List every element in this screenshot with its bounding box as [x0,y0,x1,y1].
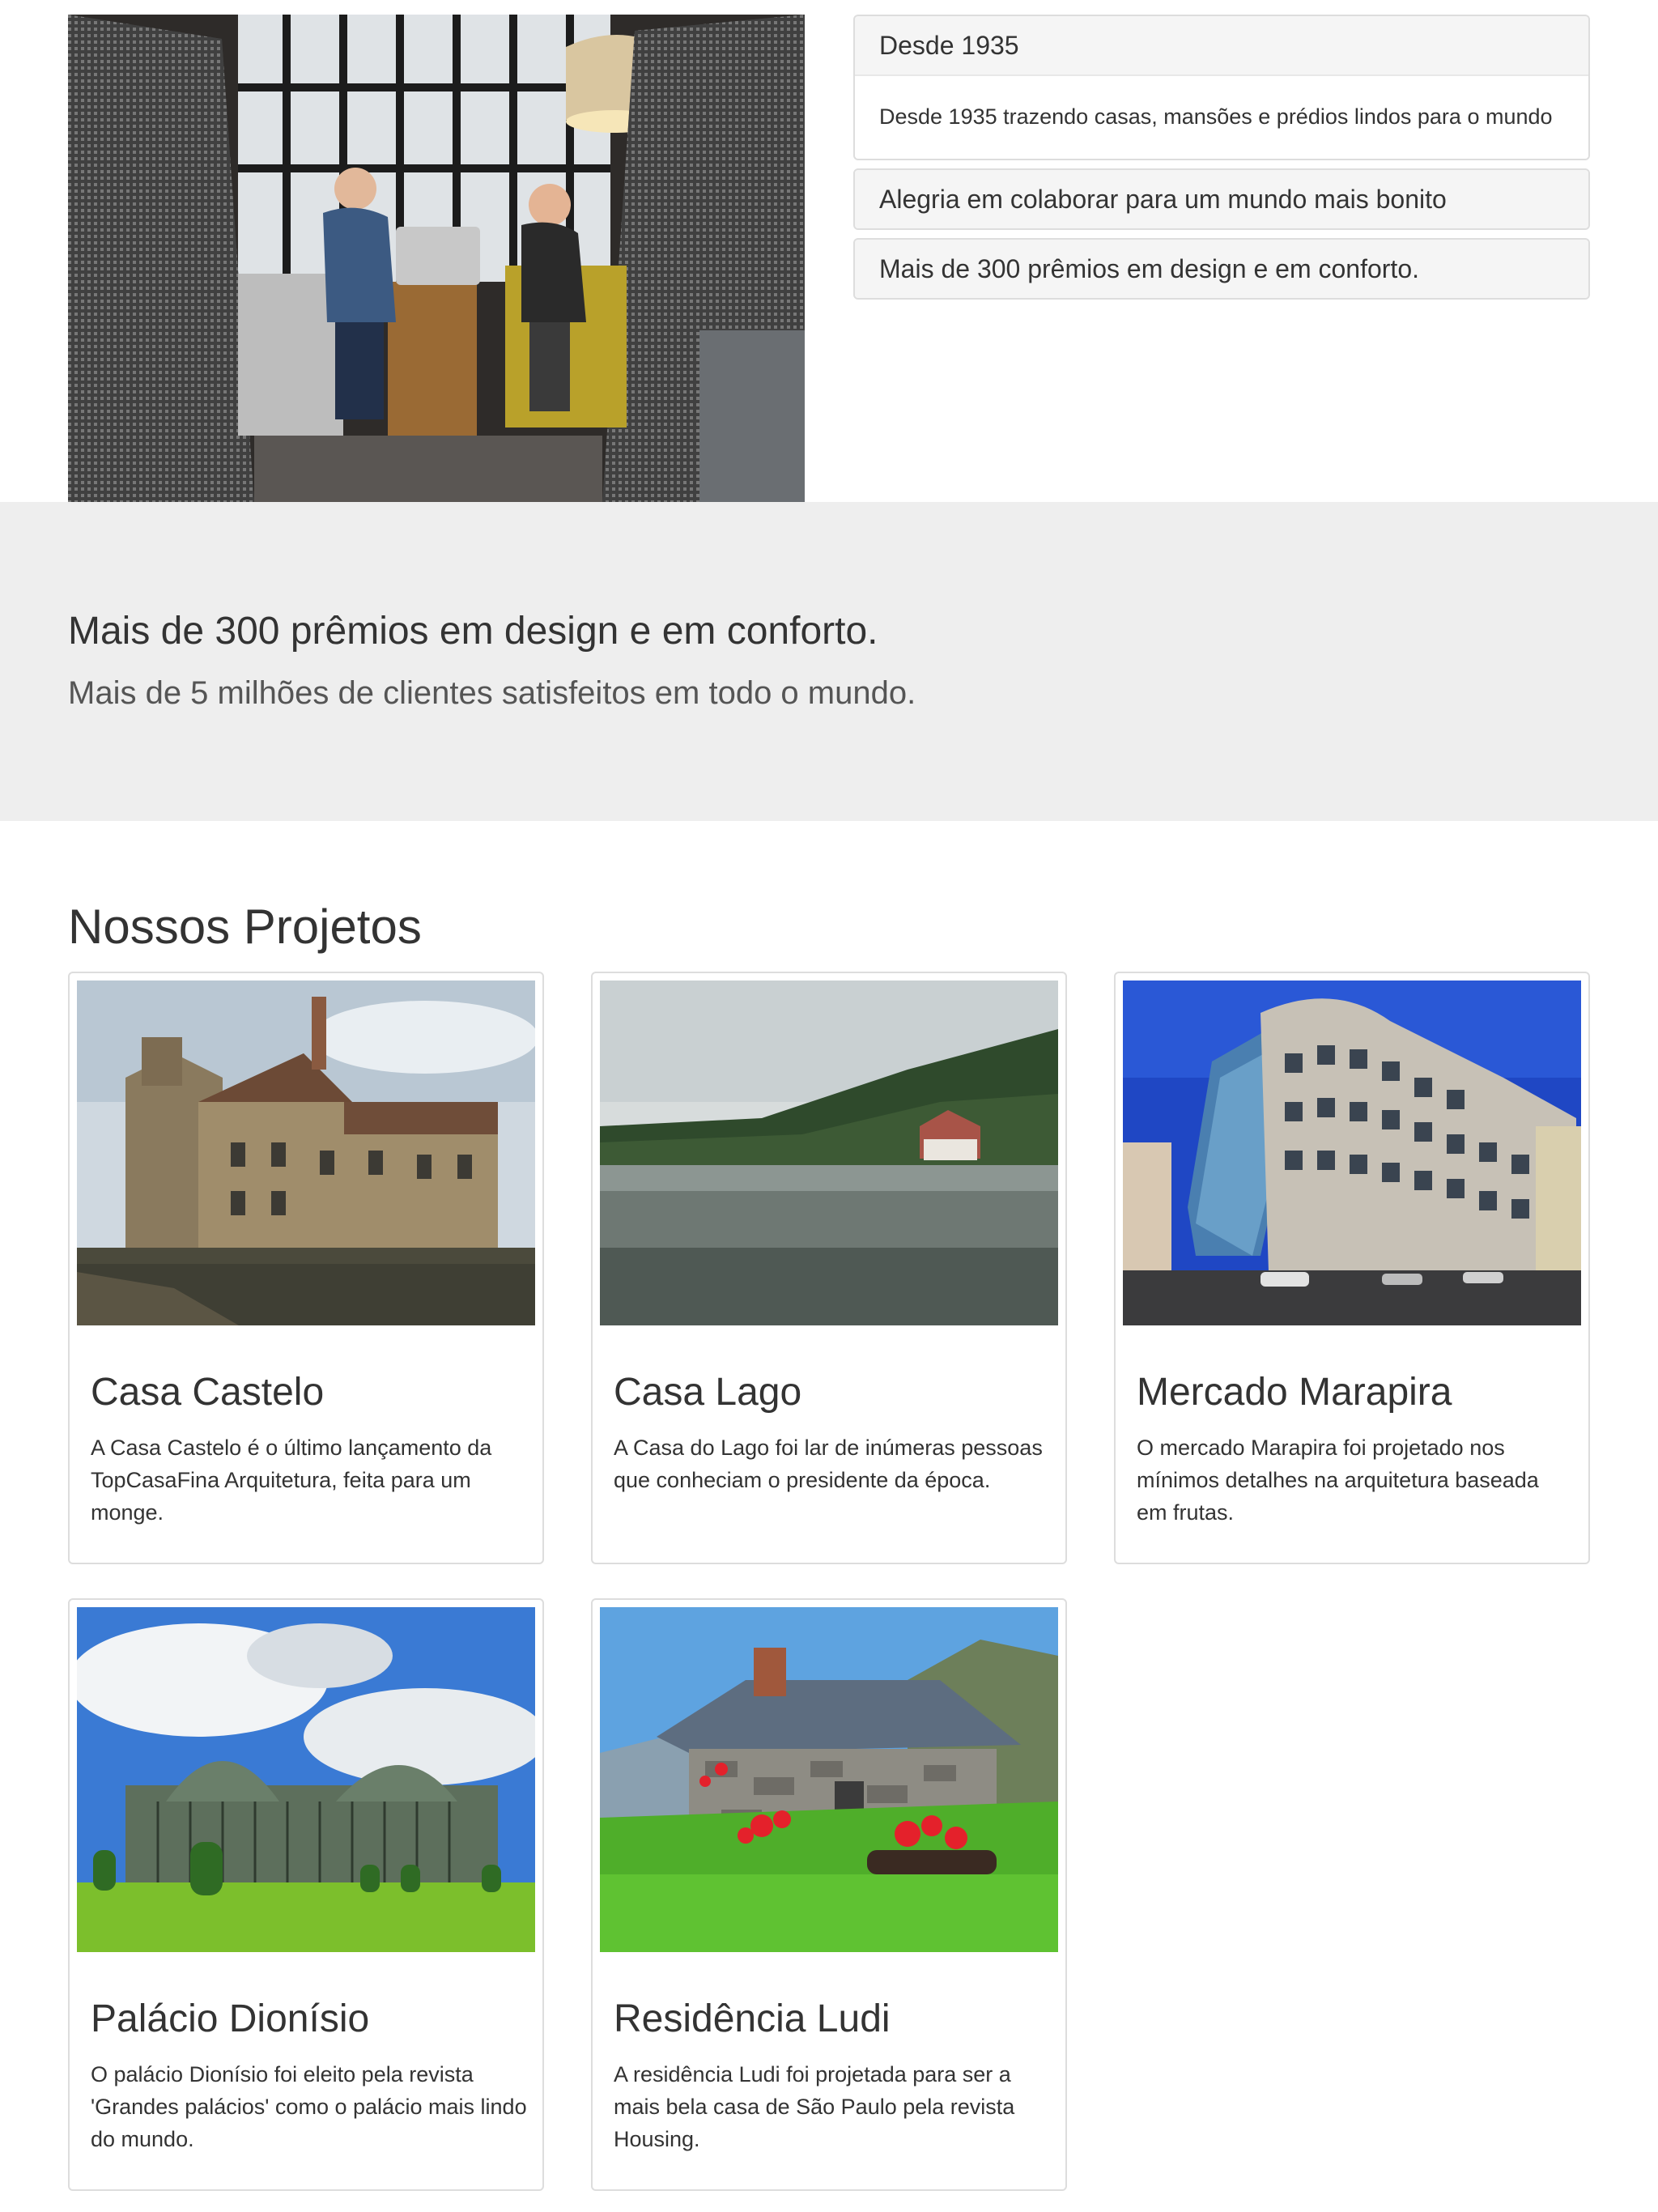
project-card-casa-lago[interactable]: Casa Lago A Casa do Lago foi lar de inúm… [591,972,1067,1564]
project-description: A Casa Castelo é o último lançamento da … [91,1436,492,1525]
info-accordion: Desde 1935 Desde 1935 trazendo casas, ma… [853,15,1590,308]
project-title: Palácio Dionísio [91,1997,370,2040]
project-card-mercado-marapira[interactable]: Mercado Marapira O mercado Marapira foi … [1114,972,1590,1564]
stone-cottage-photo [600,1607,1058,1952]
project-title: Casa Castelo [91,1371,325,1414]
accordion-panel-awards: Mais de 300 prêmios em design e em confo… [853,238,1590,300]
project-card-casa-castelo[interactable]: Casa Castelo A Casa Castelo é o último l… [68,972,544,1564]
accordion-heading-since-1935[interactable]: Desde 1935 [855,16,1588,74]
dancing-building-photo [1123,981,1581,1325]
project-description: A residência Ludi foi projetada para ser… [614,2062,1015,2151]
accordion-body-since-1935: Desde 1935 trazendo casas, mansões e pré… [855,74,1588,159]
project-title: Mercado Marapira [1137,1371,1452,1414]
accordion-panel-collaborate: Alegria em colaborar para um mundo mais … [853,168,1590,230]
hero-photo [68,15,805,502]
project-title: Casa Lago [614,1371,802,1414]
project-title: Residência Ludi [614,1997,891,2040]
castle-manor-photo [77,981,535,1325]
intro-section: Desde 1935 Desde 1935 trazendo casas, ma… [0,0,1658,502]
jumbotron-subtitle: Mais de 5 milhões de clientes satisfeito… [68,675,916,711]
awards-jumbotron: Mais de 300 prêmios em design e em confo… [0,502,1658,821]
projects-heading: Nossos Projetos [68,900,422,954]
glass-palace-photo [77,1607,535,1952]
project-description: O palácio Dionísio foi eleito pela revis… [91,2062,527,2151]
project-card-palacio-dionisio[interactable]: Palácio Dionísio O palácio Dionísio foi … [68,1598,544,2191]
accordion-panel-since-1935: Desde 1935 Desde 1935 trazendo casas, ma… [853,15,1590,160]
accordion-heading-collaborate[interactable]: Alegria em colaborar para um mundo mais … [855,170,1588,228]
lake-house-photo [600,981,1058,1325]
project-description: O mercado Marapira foi projetado nos mín… [1137,1436,1539,1525]
jumbotron-title: Mais de 300 prêmios em design e em confo… [68,610,878,653]
project-card-residencia-ludi[interactable]: Residência Ludi A residência Ludi foi pr… [591,1598,1067,2191]
project-description: A Casa do Lago foi lar de inúmeras pesso… [614,1436,1043,1492]
accordion-heading-awards[interactable]: Mais de 300 prêmios em design e em confo… [855,240,1588,298]
